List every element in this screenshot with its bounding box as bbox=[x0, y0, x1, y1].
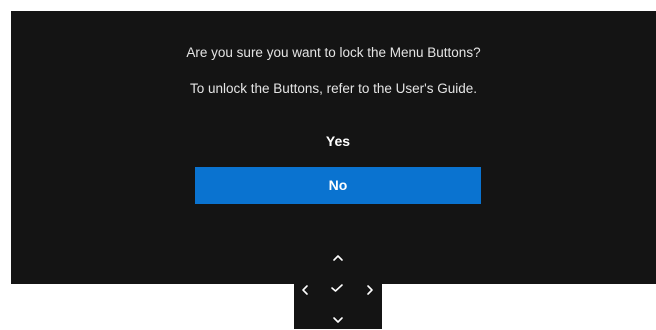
no-option-button[interactable]: No bbox=[195, 167, 481, 204]
chevron-down-icon[interactable] bbox=[328, 310, 348, 330]
chevron-right-icon[interactable] bbox=[360, 280, 380, 300]
checkmark-icon[interactable] bbox=[327, 278, 347, 298]
unlock-hint-message: To unlock the Buttons, refer to the User… bbox=[190, 81, 477, 96]
yes-option-button[interactable]: Yes bbox=[195, 123, 481, 160]
confirmation-message: Are you sure you want to lock the Menu B… bbox=[186, 45, 481, 60]
lock-menu-dialog: Are you sure you want to lock the Menu B… bbox=[11, 11, 656, 284]
chevron-up-icon[interactable] bbox=[328, 248, 348, 268]
navigation-pad bbox=[294, 245, 382, 329]
chevron-left-icon[interactable] bbox=[295, 280, 315, 300]
